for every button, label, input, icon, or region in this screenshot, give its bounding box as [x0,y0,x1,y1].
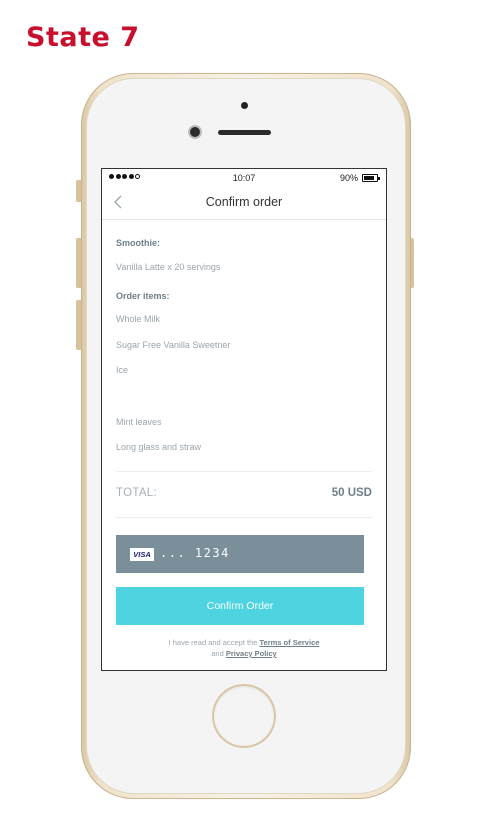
order-item: Long glass and straw [116,442,202,452]
terms-of-service-link[interactable]: Terms of Service [260,638,320,647]
phone-screen: 10:07 90% Confirm order Smoothie: Vanill… [101,168,387,671]
total-label: TOTAL: [116,487,157,499]
legal-and-text: and [211,649,224,658]
card-masked-number: ... 1234 [160,546,230,560]
privacy-policy-link[interactable]: Privacy Policy [226,649,277,658]
earpiece-speaker [218,130,271,135]
payment-card-selector[interactable]: VISA ... 1234 [116,535,364,573]
smoothie-value: Vanilla Latte x 20 servings [116,262,221,272]
visa-card-icon: VISA [130,548,154,561]
confirm-order-button[interactable]: Confirm Order [116,587,364,625]
battery-icon [362,174,380,182]
page-title: Confirm order [205,195,283,209]
order-item: Sugar Free Vanilla Sweetner [116,340,231,350]
state-title: State 7 [26,22,140,53]
order-items-label: Order items: [116,291,170,301]
order-item: Mint leaves [116,417,162,427]
legal-text: I have read and accept the [168,638,258,647]
total-value: 50 USD [331,487,372,499]
divider [116,517,372,518]
navigation-bar: Confirm order [102,187,386,220]
smoothie-label: Smoothie: [116,238,160,248]
order-item: Ice [116,365,129,375]
divider [116,471,372,472]
legal-notice: I have read and accept the Terms of Serv… [102,637,386,659]
order-item: Whole Milk [116,314,161,324]
battery-percentage: 90% [339,173,358,183]
home-button[interactable] [214,686,274,746]
proximity-sensor [190,127,200,137]
front-camera [241,102,248,109]
status-bar: 10:07 90% [102,169,386,187]
